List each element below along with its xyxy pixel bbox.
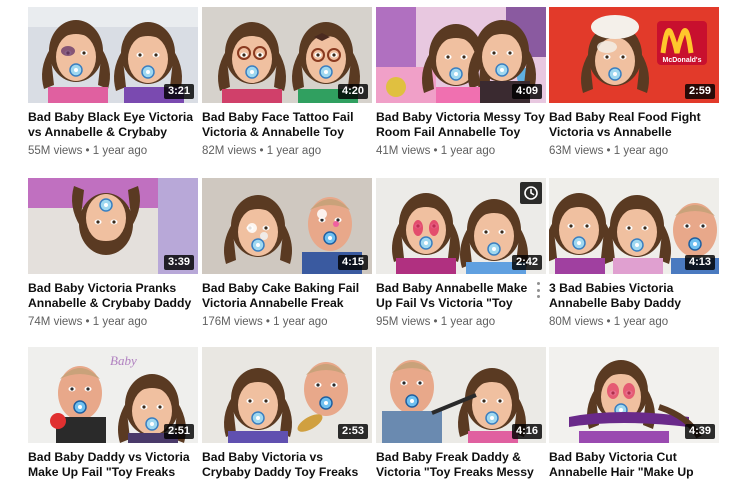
upload-age: 1 year ago	[273, 316, 328, 328]
video-thumbnail[interactable]: 4:15	[202, 178, 372, 274]
video-thumbnail[interactable]: 2:42	[376, 178, 546, 274]
video-title[interactable]: Bad Baby Face Tattoo Fail Victoria & Ann…	[202, 110, 372, 140]
watch-later-button[interactable]	[520, 182, 542, 204]
vertical-ellipsis-icon[interactable]	[535, 282, 541, 298]
upload-age: 1 year ago	[613, 145, 669, 157]
video-duration: 4:16	[511, 424, 542, 439]
video-card[interactable]: 4:09 Bad Baby Victoria Messy Toy Room Fa…	[376, 7, 546, 158]
video-meta: 55M views • 1 year ago	[28, 144, 198, 158]
video-meta: 95M views • 1 year ago	[376, 315, 546, 329]
upload-age: 1 year ago	[440, 316, 496, 328]
video-thumbnail[interactable]: 4:13	[549, 178, 719, 274]
video-card[interactable]: 4:15 Bad Baby Cake Baking Fail Victoria …	[202, 178, 372, 329]
video-thumbnail[interactable]: McDonald's 2:59	[549, 7, 719, 103]
video-meta: 82M views • 1 year ago	[202, 144, 372, 158]
video-card[interactable]: 2:53 Bad Baby Victoria vs Crybaby Daddy …	[202, 347, 372, 480]
video-duration: 4:39	[684, 424, 715, 439]
video-duration: 3:21	[163, 84, 194, 99]
video-thumbnail[interactable]: 4:20	[202, 7, 372, 103]
video-card[interactable]: McDonald's 2:59 Bad Baby Real Food Fight…	[549, 7, 719, 158]
view-count: 41M views	[376, 145, 431, 157]
video-duration: 4:09	[511, 84, 542, 99]
mcdonalds-logo: McDonald's	[657, 21, 707, 65]
upload-age: 1 year ago	[440, 145, 496, 157]
video-card[interactable]: 3:21 Bad Baby Black Eye Victoria vs Anna…	[28, 7, 198, 158]
video-duration: 2:59	[684, 84, 715, 99]
video-title[interactable]: 3 Bad Babies Victoria Annabelle Baby Dad…	[549, 281, 719, 311]
video-title[interactable]: Bad Baby Victoria Cut Annabelle Hair "Ma…	[549, 450, 719, 480]
video-meta: 74M views • 1 year ago	[28, 315, 198, 329]
video-duration: 2:42	[511, 255, 542, 270]
video-thumbnail[interactable]: Baby 2:51	[28, 347, 198, 443]
clock-icon	[524, 186, 538, 200]
video-meta: 176M views • 1 year ago	[202, 315, 372, 329]
video-card[interactable]: 4:39 Bad Baby Victoria Cut Annabelle Hai…	[549, 347, 719, 480]
video-thumbnail[interactable]: 2:53	[202, 347, 372, 443]
view-count: 176M views	[202, 316, 263, 328]
video-card[interactable]: Baby 2:51 Bad Baby Daddy vs Victoria Mak…	[28, 347, 198, 480]
video-duration: 4:13	[684, 255, 715, 270]
meta-separator: •	[85, 145, 93, 157]
video-title[interactable]: Bad Baby Freak Daddy & Victoria "Toy Fre…	[376, 450, 546, 480]
video-duration: 2:51	[163, 424, 194, 439]
view-count: 63M views	[549, 145, 604, 157]
upload-age: 1 year ago	[266, 145, 322, 157]
meta-separator: •	[259, 145, 267, 157]
video-thumbnail[interactable]: 3:39	[28, 178, 198, 274]
video-card[interactable]: 2:42 Bad Baby Annabelle Make Up Fail Vs …	[376, 178, 546, 329]
view-count: 80M views	[549, 316, 604, 328]
video-thumbnail[interactable]: 4:16	[376, 347, 546, 443]
video-title[interactable]: Bad Baby Victoria vs Crybaby Daddy Toy F…	[202, 450, 372, 480]
baby-wall-text: Baby	[110, 353, 137, 368]
video-thumbnail[interactable]: 4:09	[376, 7, 546, 103]
video-title[interactable]: Bad Baby Annabelle Make Up Fail Vs Victo…	[376, 281, 546, 311]
view-count: 55M views	[28, 145, 83, 157]
view-count: 95M views	[376, 316, 431, 328]
video-meta: 63M views • 1 year ago	[549, 144, 719, 158]
video-title[interactable]: Bad Baby Victoria Messy Toy Room Fail An…	[376, 110, 546, 140]
video-duration: 4:15	[337, 255, 368, 270]
video-card[interactable]: 4:16 Bad Baby Freak Daddy & Victoria "To…	[376, 347, 546, 480]
video-duration: 2:53	[337, 424, 368, 439]
video-title[interactable]: Bad Baby Cake Baking Fail Victoria Annab…	[202, 281, 372, 311]
video-thumbnail[interactable]: 4:39	[549, 347, 719, 443]
video-card[interactable]: 3:39 Bad Baby Victoria Pranks Annabelle …	[28, 178, 198, 329]
video-title[interactable]: Bad Baby Victoria Pranks Annabelle & Cry…	[28, 281, 198, 311]
meta-separator: •	[606, 145, 614, 157]
svg-text:McDonald's: McDonald's	[662, 57, 701, 64]
video-card[interactable]: 4:13 3 Bad Babies Victoria Annabelle Bab…	[549, 178, 719, 329]
upload-age: 1 year ago	[92, 316, 148, 328]
video-title[interactable]: Bad Baby Daddy vs Victoria Make Up Fail …	[28, 450, 198, 480]
meta-separator: •	[606, 316, 614, 328]
video-duration: 4:20	[337, 84, 368, 99]
view-count: 74M views	[28, 316, 83, 328]
video-meta: 41M views • 1 year ago	[376, 144, 546, 158]
meta-separator: •	[433, 145, 441, 157]
video-card[interactable]: 4:20 Bad Baby Face Tattoo Fail Victoria …	[202, 7, 372, 158]
meta-separator: •	[85, 316, 93, 328]
upload-age: 1 year ago	[92, 145, 148, 157]
video-meta: 80M views • 1 year ago	[549, 315, 719, 329]
upload-age: 1 year ago	[613, 316, 669, 328]
view-count: 82M views	[202, 145, 257, 157]
video-title[interactable]: Bad Baby Black Eye Victoria vs Annabelle…	[28, 110, 198, 140]
video-title[interactable]: Bad Baby Real Food Fight Victoria vs Ann…	[549, 110, 719, 140]
video-thumbnail[interactable]: 3:21	[28, 7, 198, 103]
video-duration: 3:39	[163, 255, 194, 270]
meta-separator: •	[433, 316, 441, 328]
